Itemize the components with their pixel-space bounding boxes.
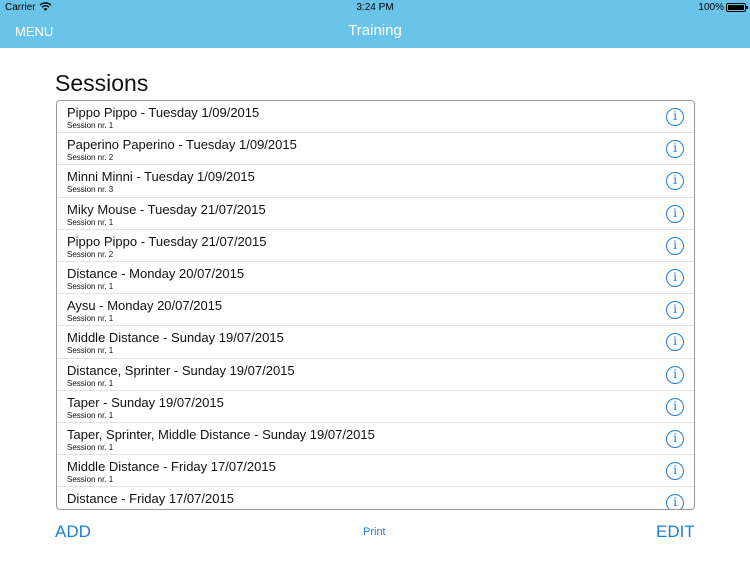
edit-button[interactable]: EDIT <box>656 522 695 542</box>
session-row[interactable]: Pippo Pippo - Tuesday 1/09/2015 Session n… <box>57 101 694 134</box>
status-bar: Carrier 3:24 PM 100% <box>0 0 750 15</box>
sessions-heading: Sessions <box>55 70 149 96</box>
info-icon[interactable]: i <box>666 429 684 448</box>
session-title: Middle Distance - Sunday 19/07/2015 <box>67 330 284 346</box>
session-number: Session nr. 2 <box>67 153 114 163</box>
session-title: Pippo Pippo - Tuesday 21/07/2015 <box>67 233 267 249</box>
session-title: Distance - Friday 17/07/2015 <box>67 491 234 507</box>
session-row[interactable]: Taper - Sunday 19/07/2015 Session nr. 1 i <box>57 391 694 423</box>
session-title: Paperino Paperino - Tuesday 1/09/2015 <box>67 137 297 153</box>
session-row[interactable]: Distance - Friday 17/07/2015 i <box>57 487 694 509</box>
session-title: Pippo Pippo - Tuesday 1/09/2015 <box>67 105 260 120</box>
session-row[interactable]: Aysu - Monday 20/07/2015 Session nr. 1 i <box>57 294 694 327</box>
info-icon[interactable]: i <box>666 301 684 320</box>
session-row[interactable]: Distance, Sprinter - Sunday 19/07/2015 Se… <box>57 359 694 391</box>
session-number: Session nr. 3 <box>67 185 114 195</box>
session-title: Taper, Sprinter, Middle Distance - Sunda… <box>67 426 375 442</box>
info-icon[interactable]: i <box>666 204 684 223</box>
page-title: Training <box>348 22 402 39</box>
session-number: Session nr. 1 <box>67 475 114 485</box>
navigation-bar: MENU Training <box>0 15 750 48</box>
session-row[interactable]: Taper, Sprinter, Middle Distance - Sunda… <box>57 423 694 456</box>
session-title: Taper - Sunday 19/07/2015 <box>67 394 224 410</box>
session-number: Session nr. 1 <box>67 378 114 388</box>
session-row[interactable]: Miky Mouse - Tuesday 21/07/2015 Session n… <box>57 198 694 230</box>
session-row[interactable]: Minni Minni - Tuesday 1/09/2015 Session n… <box>57 165 694 198</box>
session-title: Minni Minni - Tuesday 1/09/2015 <box>67 169 255 185</box>
print-button[interactable]: Print <box>363 526 386 538</box>
info-icon[interactable]: i <box>666 494 684 509</box>
session-row[interactable]: Middle Distance - Friday 17/07/2015 Sessi… <box>57 455 694 488</box>
session-number: Session nr. 1 <box>67 121 114 130</box>
session-row[interactable]: Middle Distance - Sunday 19/07/2015 Sessi… <box>57 326 694 359</box>
info-icon[interactable]: i <box>666 462 684 481</box>
info-icon[interactable]: i <box>666 397 684 416</box>
session-row[interactable]: Pippo Pippo - Tuesday 21/07/2015 Session … <box>57 230 694 262</box>
session-title: Aysu - Monday 20/07/2015 <box>67 298 223 314</box>
battery-percent: 100% <box>698 2 724 13</box>
session-title: Distance, Sprinter - Sunday 19/07/2015 <box>67 362 295 378</box>
add-button[interactable]: ADD <box>55 522 91 542</box>
session-title: Middle Distance - Friday 17/07/2015 <box>67 459 276 475</box>
sessions-list[interactable]: Pippo Pippo - Tuesday 1/09/2015 Session n… <box>56 100 695 510</box>
info-icon[interactable]: i <box>666 268 684 287</box>
session-number: Session nr. 1 <box>67 410 114 420</box>
info-icon[interactable]: i <box>666 333 684 352</box>
session-number: Session nr. 1 <box>67 346 114 356</box>
session-row[interactable]: Distance - Monday 20/07/2015 Session nr. … <box>57 262 694 295</box>
info-icon[interactable]: i <box>666 236 684 255</box>
session-number: Session nr. 1 <box>67 442 114 452</box>
info-icon[interactable]: i <box>666 140 684 159</box>
battery-icon <box>726 3 748 12</box>
session-row[interactable]: Paperino Paperino - Tuesday 1/09/2015 Ses… <box>57 133 694 166</box>
session-title: Distance - Monday 20/07/2015 <box>67 265 245 281</box>
info-icon[interactable]: i <box>666 172 684 191</box>
info-icon[interactable]: i <box>666 365 684 384</box>
session-number: Session nr. 1 <box>67 217 114 227</box>
session-number: Session nr. 1 <box>67 314 114 324</box>
clock-time: 3:24 PM <box>356 2 394 13</box>
info-icon[interactable]: i <box>666 108 684 126</box>
session-number: Session nr. 2 <box>67 249 114 259</box>
session-title: Miky Mouse - Tuesday 21/07/2015 <box>67 201 266 217</box>
session-number: Session nr. 1 <box>67 281 114 291</box>
